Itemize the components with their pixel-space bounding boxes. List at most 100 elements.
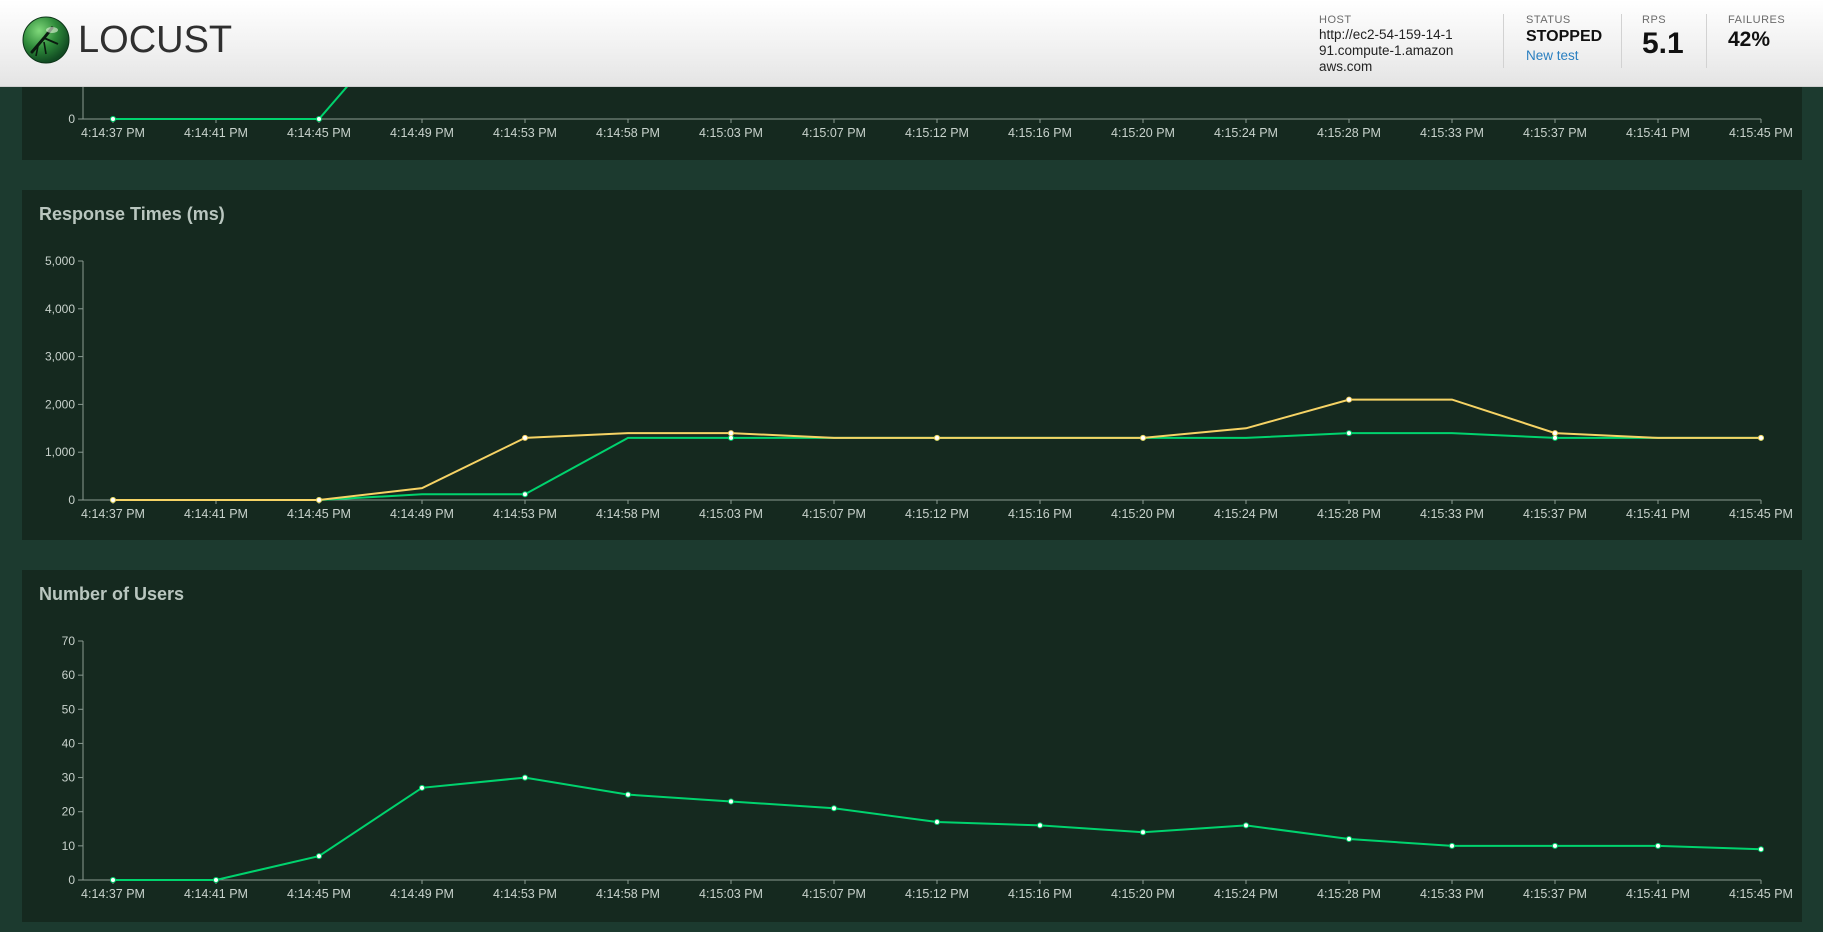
data-point[interactable] <box>831 805 837 812</box>
data-point[interactable] <box>316 497 322 503</box>
y-tick-label: 1,000 <box>45 445 75 459</box>
y-tick-label: 0 <box>68 493 75 507</box>
data-point[interactable] <box>1655 842 1661 849</box>
x-tick-label: 4:14:37 PM <box>81 126 145 140</box>
y-tick-label: 0 <box>68 873 75 887</box>
data-point[interactable] <box>728 798 734 805</box>
x-tick-label: 4:14:53 PM <box>493 507 557 521</box>
x-tick-label: 4:15:12 PM <box>905 126 969 140</box>
x-tick-label: 4:15:03 PM <box>699 126 763 140</box>
x-tick-label: 4:15:45 PM <box>1729 507 1793 521</box>
x-tick-label: 4:14:53 PM <box>493 887 557 901</box>
data-point[interactable] <box>728 434 734 441</box>
x-tick-label: 4:15:07 PM <box>802 507 866 521</box>
y-tick-label: 5,000 <box>45 254 75 268</box>
data-point[interactable] <box>1552 430 1558 437</box>
data-point[interactable] <box>522 491 528 498</box>
x-tick-label: 4:15:20 PM <box>1111 126 1175 140</box>
x-tick-label: 4:15:16 PM <box>1008 887 1072 901</box>
data-point[interactable] <box>316 116 322 122</box>
x-tick-label: 4:15:45 PM <box>1729 887 1793 901</box>
users-chart: 0 10 20 30 40 50 60 70 4:14:37 PM 4:14:41 PM 4:14:… <box>62 634 1793 901</box>
host-label: HOST <box>1319 14 1352 26</box>
chart-panel-users: Number of Users 0 10 20 30 40 50 60 70 4:14:37 P… <box>22 570 1802 922</box>
data-point[interactable] <box>728 430 734 437</box>
data-point[interactable] <box>1758 846 1764 853</box>
new-test-link[interactable]: New test <box>1526 47 1602 65</box>
x-tick-label: 4:14:58 PM <box>596 126 660 140</box>
y-tick-label: 10 <box>62 839 76 853</box>
chart-panel-response-times: Response Times (ms) 0 1,000 2,000 3,000 4,00… <box>22 190 1802 540</box>
data-point[interactable] <box>1552 842 1558 849</box>
x-tick-label: 4:15:12 PM <box>905 887 969 901</box>
x-tick-label: 4:14:37 PM <box>81 507 145 521</box>
x-tick-label: 4:15:37 PM <box>1523 507 1587 521</box>
y-tick-label: 3,000 <box>45 350 75 364</box>
data-point[interactable] <box>110 877 116 883</box>
data-point[interactable] <box>1758 434 1764 441</box>
rps-label: RPS <box>1642 14 1667 26</box>
data-point[interactable] <box>419 784 425 791</box>
x-tick-label: 4:15:12 PM <box>905 507 969 521</box>
data-point[interactable] <box>522 774 528 781</box>
logo-text: LOCUST <box>78 19 233 61</box>
x-tick-label: 4:15:37 PM <box>1523 887 1587 901</box>
x-tick-label: 4:14:37 PM <box>81 887 145 901</box>
y-tick-label: 50 <box>62 702 76 716</box>
x-tick-label: 4:15:16 PM <box>1008 126 1072 140</box>
status-stat: STATUS STOPPED New test <box>1526 14 1602 65</box>
host-url: http://ec2-54-159-14-191.compute-1.amazo… <box>1319 27 1454 74</box>
data-point[interactable] <box>1449 842 1455 849</box>
x-tick-label: 4:14:41 PM <box>184 887 248 901</box>
top-header: LOCUST HOST http://ec2-54-159-14-191.com… <box>0 0 1823 87</box>
data-point[interactable] <box>1346 836 1352 843</box>
x-tick-label: 4:15:24 PM <box>1214 507 1278 521</box>
x-tick-label: 4:15:41 PM <box>1626 126 1690 140</box>
divider <box>1621 14 1622 68</box>
data-point[interactable] <box>1346 396 1352 403</box>
x-tick-label: 4:14:45 PM <box>287 507 351 521</box>
response-times-chart: 0 1,000 2,000 3,000 4,000 5,000 4:14:37 PM 4:14… <box>45 254 1793 521</box>
data-point[interactable] <box>522 434 528 441</box>
host-stat: HOST http://ec2-54-159-14-191.compute-1.… <box>1319 14 1459 75</box>
data-point[interactable] <box>110 497 116 503</box>
x-tick-label: 4:15:41 PM <box>1626 507 1690 521</box>
x-tick-label: 4:15:28 PM <box>1317 507 1381 521</box>
data-point[interactable] <box>625 791 631 798</box>
x-tick-label: 4:14:45 PM <box>287 126 351 140</box>
data-point[interactable] <box>1037 822 1043 829</box>
data-point[interactable] <box>1552 434 1558 441</box>
data-point[interactable] <box>1243 822 1249 829</box>
x-tick-label: 4:15:07 PM <box>802 887 866 901</box>
data-point[interactable] <box>1346 430 1352 437</box>
failures-value: 42% <box>1728 28 1771 51</box>
data-point[interactable] <box>110 116 116 122</box>
locust-logo[interactable]: LOCUST <box>22 16 232 64</box>
x-tick-label: 4:15:28 PM <box>1317 887 1381 901</box>
x-tick-label: 4:15:20 PM <box>1111 887 1175 901</box>
y-tick-label: 20 <box>62 805 76 819</box>
data-point[interactable] <box>934 818 940 825</box>
y-tick-label: 2,000 <box>45 397 75 411</box>
series-line <box>113 776 1762 881</box>
x-tick-label: 4:15:33 PM <box>1420 126 1484 140</box>
data-point[interactable] <box>1140 434 1146 441</box>
x-tick-label: 4:14:58 PM <box>596 887 660 901</box>
x-tick-label: 4:14:53 PM <box>493 126 557 140</box>
y-tick-label: 0 <box>68 112 75 126</box>
status-label: STATUS <box>1526 14 1571 26</box>
data-point[interactable] <box>213 877 219 883</box>
y-tick-label: 30 <box>62 771 76 785</box>
x-tick-label: 4:14:41 PM <box>184 507 248 521</box>
x-tick-label: 4:15:03 PM <box>699 507 763 521</box>
x-tick-label: 4:15:33 PM <box>1420 507 1484 521</box>
divider <box>1706 14 1707 68</box>
y-tick-label: 70 <box>62 634 76 648</box>
x-tick-label: 4:15:33 PM <box>1420 887 1484 901</box>
data-point[interactable] <box>934 434 940 441</box>
data-point[interactable] <box>1140 829 1146 836</box>
x-tick-label: 4:14:49 PM <box>390 126 454 140</box>
data-point[interactable] <box>316 853 322 860</box>
x-tick-label: 4:15:07 PM <box>802 126 866 140</box>
response-times-title: Response Times (ms) <box>39 204 225 224</box>
